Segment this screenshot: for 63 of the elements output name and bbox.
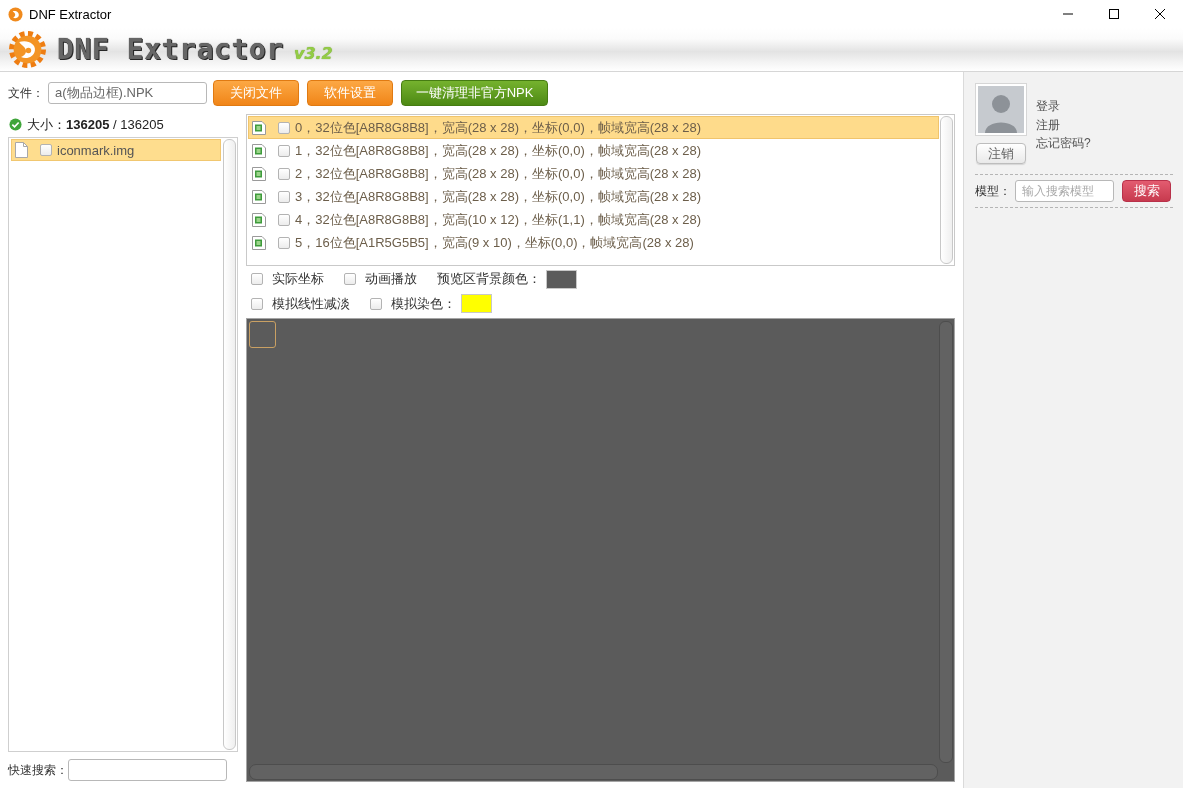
file-field[interactable]: a(物品边框).NPK xyxy=(48,82,207,104)
check-circle-icon xyxy=(9,118,22,131)
color-swatch[interactable] xyxy=(461,294,492,313)
image-file-icon xyxy=(252,166,266,181)
size-text: 大小：136205 / 136205 xyxy=(27,115,164,134)
model-search-field[interactable]: 输入搜索模型 xyxy=(1015,180,1114,202)
close-icon xyxy=(1155,9,1165,19)
checkbox[interactable] xyxy=(278,121,290,134)
option-label: 实际坐标 xyxy=(272,270,324,288)
quick-search-field[interactable] xyxy=(68,759,227,781)
model-label: 模型： xyxy=(975,182,1012,200)
app-logo-icon xyxy=(8,6,23,22)
scrollbar[interactable] xyxy=(939,321,953,763)
frame-info: 5，16位色[A1R5G5B5]，宽高(9 x 10)，坐标(0,0)，帧域宽高(28 x 28) xyxy=(295,233,694,252)
file-icon xyxy=(15,142,28,158)
option-label: 动画播放 xyxy=(365,270,417,288)
account-link[interactable]: 忘记密码? xyxy=(1036,134,1091,153)
frame-info: 4，32位色[A8R8G8B8]，宽高(10 x 12)，坐标(1,1)，帧域宽高(28 x 28) xyxy=(295,210,701,229)
image-file-icon xyxy=(252,189,266,204)
frame-info: 2，32位色[A8R8G8B8]，宽高(28 x 28)，坐标(0,0)，帧域宽高(28 x 28) xyxy=(295,164,701,183)
checkbox[interactable] xyxy=(251,297,263,310)
scrollbar[interactable] xyxy=(249,764,938,780)
frame-info: 3，32位色[A8R8G8B8]，宽高(28 x 28)，坐标(0,0)，帧域宽高(28 x 28) xyxy=(295,187,701,206)
frame-row[interactable]: 4，32位色[A8R8G8B8]，宽高(10 x 12)，坐标(1,1)，帧域宽高(28 x 28) xyxy=(248,208,939,231)
file-name: iconmark.img xyxy=(57,142,135,158)
logout-button[interactable]: 注销 xyxy=(976,143,1026,164)
frame-info: 1，32位色[A8R8G8B8]，宽高(28 x 28)，坐标(0,0)，帧域宽高(28 x 28) xyxy=(295,141,701,160)
frame-row[interactable]: 5，16位色[A1R5G5B5]，宽高(9 x 10)，坐标(0,0)，帧域宽高(28 x 28) xyxy=(248,231,939,254)
checkbox[interactable] xyxy=(370,297,382,310)
frame-row[interactable]: 2，32位色[A8R8G8B8]，宽高(28 x 28)，坐标(0,0)，帧域宽高(28 x 28) xyxy=(248,162,939,185)
checkbox[interactable] xyxy=(278,213,290,226)
sprite-frame-outline xyxy=(249,321,276,348)
option-label: 预览区背景颜色： xyxy=(437,270,541,288)
maximize-icon xyxy=(1109,9,1119,19)
frame-info: 0，32位色[A8R8G8B8]，宽高(28 x 28)，坐标(0,0)，帧域宽高(28 x 28) xyxy=(295,118,701,137)
checkbox[interactable] xyxy=(278,190,290,203)
option-label: 模拟染色： xyxy=(391,294,456,313)
image-file-icon xyxy=(252,143,266,158)
avatar-icon xyxy=(975,83,1027,136)
window-title: DNF Extractor xyxy=(29,6,112,22)
frame-row[interactable]: 0，32位色[A8R8G8B8]，宽高(28 x 28)，坐标(0,0)，帧域宽高(28 x 28) xyxy=(248,116,939,139)
image-file-icon xyxy=(252,212,266,227)
account-link[interactable]: 注册 xyxy=(1036,115,1060,134)
file-list-item[interactable]: iconmark.img xyxy=(11,139,221,161)
checkbox[interactable] xyxy=(344,273,356,285)
option-label: 模拟线性减淡 xyxy=(272,294,350,313)
checkbox[interactable] xyxy=(278,167,290,180)
search-button[interactable]: 搜索 xyxy=(1122,180,1171,202)
gear-logo-icon xyxy=(9,31,46,68)
app-name: DNF Extractor xyxy=(57,33,284,66)
version-label: v3.2 xyxy=(293,44,333,63)
quick-search-label: 快速搜索： xyxy=(8,761,68,779)
frame-row[interactable]: 1，32位色[A8R8G8B8]，宽高(28 x 28)，坐标(0,0)，帧域宽高(28 x 28) xyxy=(248,139,939,162)
file-label: 文件： xyxy=(8,84,45,102)
checkbox[interactable] xyxy=(40,144,52,156)
image-file-icon xyxy=(252,235,266,250)
frame-row[interactable]: 3，32位色[A8R8G8B8]，宽高(28 x 28)，坐标(0,0)，帧域宽高(28 x 28) xyxy=(248,185,939,208)
account-link[interactable]: 登录 xyxy=(1036,97,1060,116)
image-file-icon xyxy=(252,120,266,135)
checkbox[interactable] xyxy=(251,273,263,285)
color-swatch[interactable] xyxy=(546,269,577,289)
checkbox[interactable] xyxy=(278,236,290,249)
checkbox[interactable] xyxy=(278,144,290,157)
